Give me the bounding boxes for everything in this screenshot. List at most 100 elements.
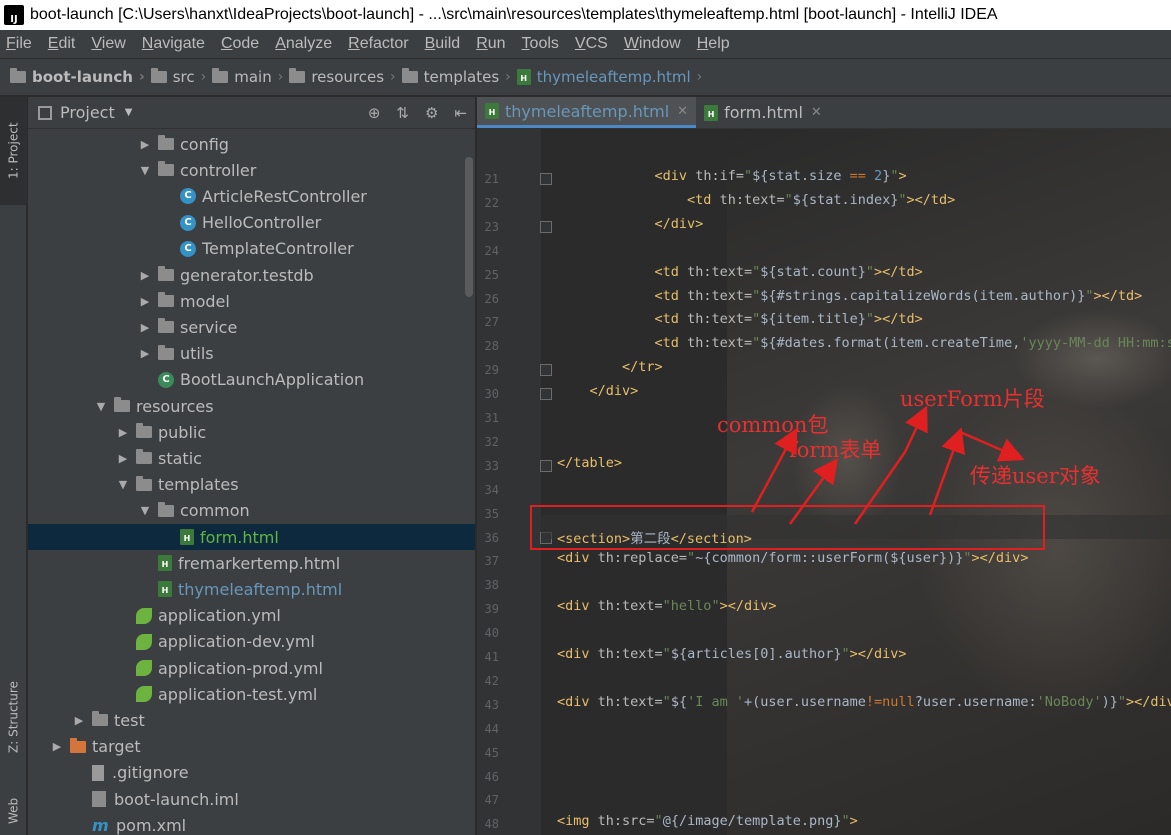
code-line: <img th:src="@{/image/template.png}">: [557, 813, 858, 829]
tree-item-hellocontroller[interactable]: C HelloController: [28, 210, 475, 236]
tree-item-application-dev-yml[interactable]: application-dev.yml: [28, 629, 475, 655]
menu-tools[interactable]: Tools: [522, 35, 559, 53]
editor-tab-thymeleaftemp-html[interactable]: Hthymeleaftemp.html ✕: [477, 97, 697, 128]
collapse-all-icon[interactable]: ⇅: [396, 104, 409, 122]
menu-window[interactable]: Window: [624, 35, 681, 53]
folder-icon: [150, 68, 167, 83]
fold-marker-icon[interactable]: [540, 364, 552, 377]
menu-help[interactable]: Help: [697, 35, 730, 53]
breadcrumb-item-templates[interactable]: templates ›: [401, 68, 517, 86]
breadcrumb-item-src[interactable]: src ›: [150, 68, 213, 86]
folder-icon: [158, 292, 174, 308]
tree-item-pom-xml[interactable]: m pom.xml: [28, 812, 475, 835]
expand-down-icon[interactable]: ▼: [116, 478, 130, 491]
fold-marker-icon[interactable]: [540, 388, 552, 401]
code-token: ==: [849, 168, 866, 184]
tree-item-thymeleaftemp-html[interactable]: Hthymeleaftemp.html: [28, 576, 475, 602]
tree-item-label: fremarkertemp.html: [178, 553, 341, 573]
code-token: th:text=: [687, 335, 753, 352]
menu-vcs[interactable]: VCS: [575, 35, 608, 53]
tree-item-service[interactable]: ▶ service: [28, 314, 475, 340]
tree-item-config[interactable]: ▶ config: [28, 131, 475, 157]
locate-icon[interactable]: ⊕: [368, 104, 381, 122]
tree-item-application-test-yml[interactable]: application-test.yml: [28, 681, 475, 707]
code-token: ": [752, 263, 761, 280]
expand-right-icon[interactable]: ▶: [138, 269, 152, 282]
tree-item-common[interactable]: ▼ common: [28, 498, 475, 524]
tree-item-articlerestcontroller[interactable]: C ArticleRestController: [28, 183, 475, 209]
tree-item-controller[interactable]: ▼ controller: [28, 157, 475, 183]
tree-scrollbar[interactable]: [465, 157, 473, 297]
tree-item-form-html[interactable]: Hform.html: [28, 524, 475, 550]
tree-item-boot-launch-iml[interactable]: boot-launch.iml: [28, 786, 475, 812]
line-number: 32: [484, 434, 499, 449]
web-tool-tab[interactable]: Web: [0, 787, 27, 835]
tree-item-test[interactable]: ▶ test: [28, 707, 475, 733]
tree-item-templatecontroller[interactable]: C TemplateController: [28, 236, 475, 262]
annotation-form: form表单: [789, 438, 882, 462]
close-icon[interactable]: ✕: [677, 104, 688, 119]
tree-item-model[interactable]: ▶ model: [28, 288, 475, 314]
gear-icon[interactable]: ⚙: [425, 104, 438, 122]
menu-file[interactable]: File: [6, 35, 32, 53]
tree-item-application-yml[interactable]: application.yml: [28, 603, 475, 629]
tree-item-static[interactable]: ▶ static: [28, 445, 475, 471]
expand-right-icon[interactable]: ▶: [50, 740, 64, 753]
tree-item-fremarkertemp-html[interactable]: Hfremarkertemp.html: [28, 550, 475, 576]
chevron-down-icon[interactable]: ▼: [125, 107, 133, 118]
tree-item-utils[interactable]: ▶ utils: [28, 341, 475, 367]
close-icon[interactable]: ✕: [811, 105, 822, 120]
tree-item-resources[interactable]: ▼ resources: [28, 393, 475, 419]
breadcrumb-item-resources[interactable]: resources ›: [289, 68, 401, 86]
expand-right-icon[interactable]: ▶: [116, 452, 130, 465]
expand-right-icon[interactable]: ▶: [138, 138, 152, 151]
tree-item-public[interactable]: ▶ public: [28, 419, 475, 445]
breadcrumb-item-boot-launch[interactable]: boot-launch ›: [10, 68, 151, 86]
line-number: 29: [484, 363, 499, 378]
tree-item-bootlaunchapplication[interactable]: C BootLaunchApplication: [28, 367, 475, 393]
resources-folder-icon: [114, 397, 130, 412]
structure-tool-tab[interactable]: Z: Structure: [0, 657, 27, 777]
expand-down-icon[interactable]: ▼: [138, 504, 152, 517]
hide-panel-icon[interactable]: ⇤: [454, 104, 467, 122]
project-view-selector[interactable]: Project: [60, 103, 115, 122]
breadcrumb-item-thymeleaftemp-html[interactable]: Hthymeleaftemp.html ›: [516, 68, 709, 86]
tree-item-label: templates: [158, 475, 239, 495]
fold-marker-icon[interactable]: [540, 173, 552, 185]
expand-down-icon[interactable]: ▼: [94, 400, 108, 413]
expand-right-icon[interactable]: ▶: [138, 321, 152, 334]
menu-view[interactable]: View: [91, 35, 125, 53]
fold-marker-icon[interactable]: [540, 220, 552, 233]
menu-build[interactable]: Build: [425, 35, 461, 53]
fold-marker-icon[interactable]: [540, 459, 552, 472]
breadcrumb-item-main[interactable]: main ›: [212, 68, 289, 86]
menu-analyze[interactable]: Analyze: [275, 35, 332, 53]
expand-right-icon[interactable]: ▶: [138, 347, 152, 360]
expand-right-icon[interactable]: ▶: [138, 295, 152, 308]
expand-down-icon[interactable]: ▼: [138, 164, 152, 177]
tree-item-gitignore[interactable]: .gitignore: [28, 760, 475, 786]
editor-tab-form-html[interactable]: Hform.html ✕: [696, 97, 830, 128]
project-tool-tab[interactable]: 1: Project: [0, 97, 27, 205]
tree-item-label: public: [158, 422, 207, 442]
tree-item-target[interactable]: ▶ target: [28, 734, 475, 760]
code-token: th:text=: [687, 287, 753, 304]
module-file-icon: [92, 791, 106, 807]
tree-item-label: boot-launch.iml: [114, 789, 239, 809]
menu-edit[interactable]: Edit: [48, 35, 76, 53]
menu-refactor[interactable]: Refactor: [348, 35, 408, 53]
code-token: <div: [557, 693, 598, 710]
expand-right-icon[interactable]: ▶: [116, 426, 130, 439]
line-number: 45: [484, 745, 499, 760]
tree-item-templates[interactable]: ▼ templates: [28, 472, 475, 498]
menu-navigate[interactable]: Navigate: [142, 35, 205, 53]
menu-run[interactable]: Run: [476, 35, 505, 53]
line-number: 27: [484, 315, 499, 330]
expand-right-icon[interactable]: ▶: [72, 714, 86, 727]
menu-code[interactable]: Code: [221, 35, 259, 53]
tree-item-generator-testdb[interactable]: ▶ generator.testdb: [28, 262, 475, 288]
code-token: +(user.username: [743, 693, 866, 710]
folder-icon: [136, 475, 152, 491]
code-token: ${articles[0].author}: [670, 646, 842, 662]
tree-item-application-prod-yml[interactable]: application-prod.yml: [28, 655, 475, 681]
